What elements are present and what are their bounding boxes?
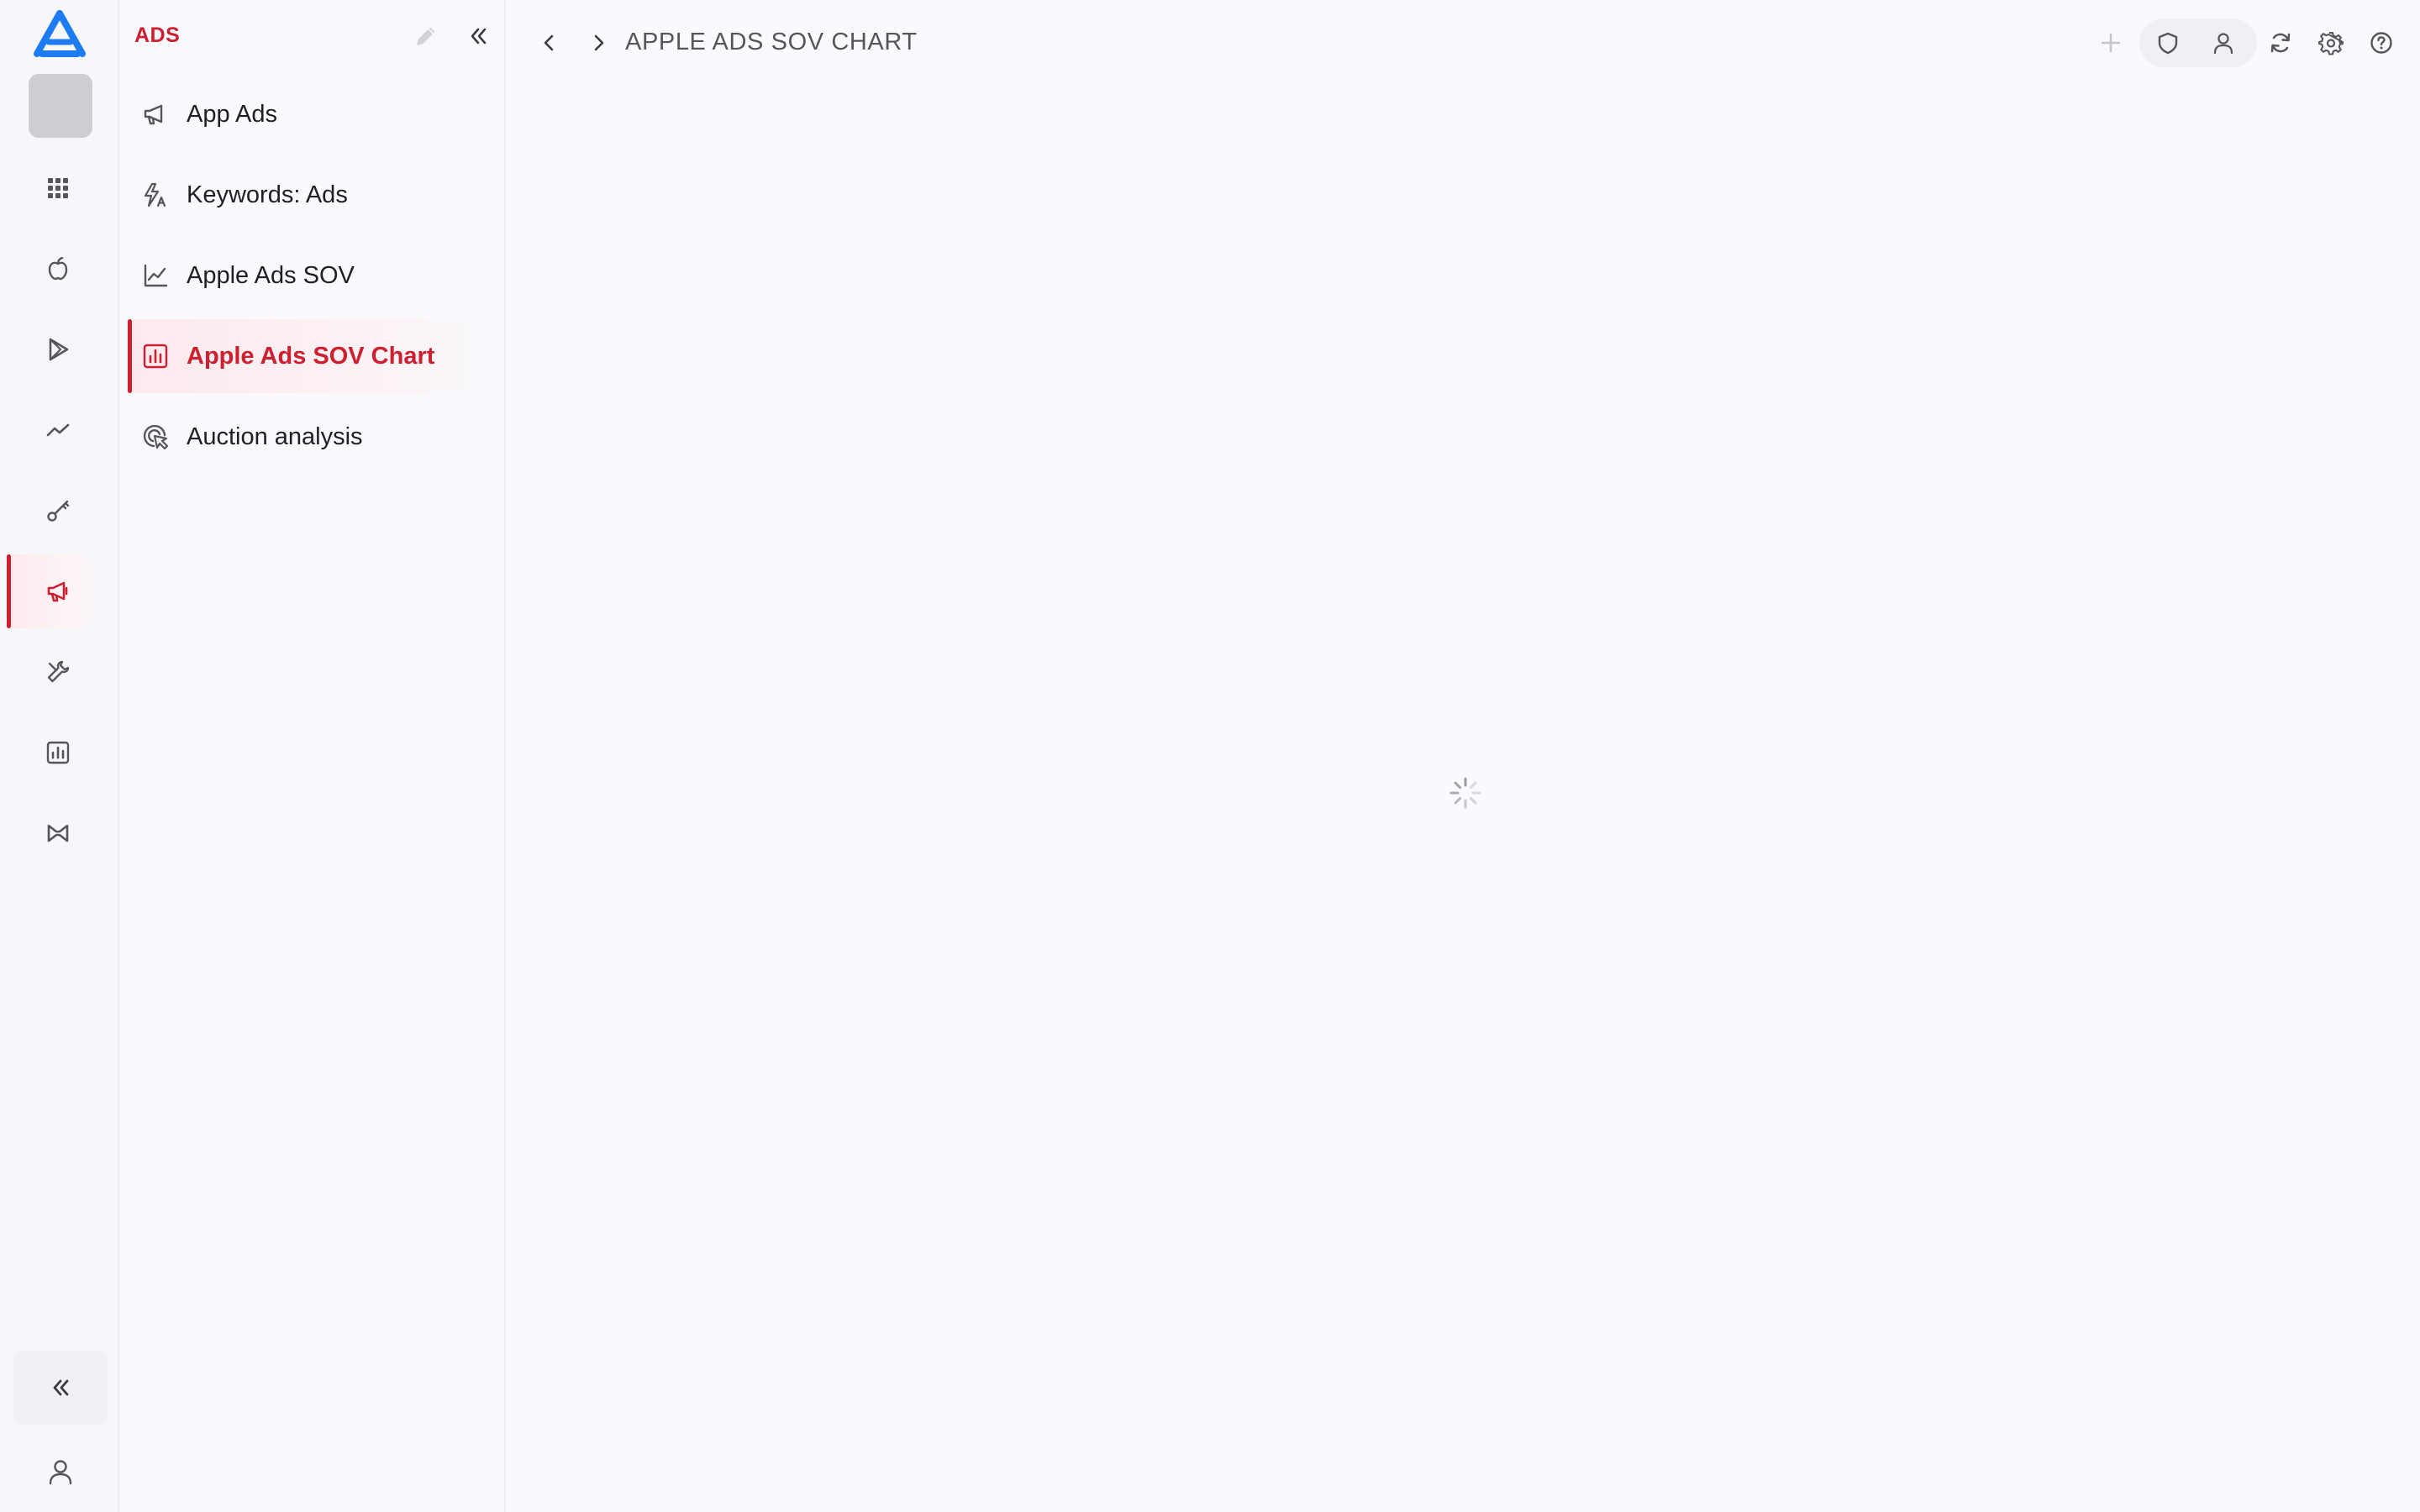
sidebar-collapse-button[interactable] — [464, 22, 492, 50]
help-icon — [2370, 32, 2392, 54]
plus-icon — [2101, 33, 2121, 53]
sidebar-item-label: App Ads — [187, 100, 278, 128]
auction-icon — [141, 423, 170, 451]
sidebar-item-label: Keywords: Ads — [187, 181, 348, 208]
chevron-right-icon — [594, 34, 604, 51]
sidebar-item-apple-ads-sov[interactable]: Apple Ads SOV — [128, 239, 497, 312]
rail-item-google-play[interactable] — [7, 312, 109, 386]
rail-item-integrations[interactable] — [7, 796, 109, 870]
app-window: ADS App Ads Keywords: Ads Apple Ads SOV … — [0, 0, 2420, 1512]
add-button[interactable] — [2092, 24, 2129, 61]
section-sidebar: ADS App Ads Keywords: Ads Apple Ads SOV … — [119, 0, 506, 1512]
rail-item-reports[interactable] — [7, 716, 109, 790]
rail-item-trends[interactable] — [7, 393, 109, 467]
grid-icon — [48, 178, 68, 198]
account-button[interactable] — [2205, 24, 2242, 61]
workspace-avatar[interactable] — [29, 74, 92, 138]
refresh-icon — [2270, 33, 2291, 53]
page-title: APPLE ADS SOV CHART — [625, 29, 918, 55]
keyword-ads-icon — [141, 181, 170, 209]
spinner-icon — [1449, 777, 1481, 809]
line-chart-icon — [141, 261, 170, 290]
megaphone-icon — [141, 100, 170, 129]
rail-item-apps[interactable] — [7, 151, 109, 225]
chevron-left-icon — [544, 34, 554, 51]
sidebar-item-label: Apple Ads SOV — [187, 261, 355, 289]
help-button[interactable] — [2363, 24, 2400, 61]
icon-rail — [0, 0, 119, 1512]
bowtie-icon — [47, 824, 69, 843]
security-button[interactable] — [2149, 24, 2186, 61]
double-chevron-left-icon — [53, 1379, 69, 1396]
sidebar-item-keywords-ads[interactable]: Keywords: Ads — [128, 158, 497, 232]
rail-item-ads[interactable] — [7, 554, 109, 628]
bar-chart-icon — [141, 342, 170, 370]
chart-icon — [46, 741, 70, 764]
rail-collapse-button[interactable] — [13, 1351, 108, 1425]
double-chevron-left-icon — [471, 28, 487, 45]
sidebar-item-auction-analysis[interactable]: Auction analysis — [128, 400, 497, 474]
megaphone-icon — [47, 581, 68, 602]
back-button[interactable] — [531, 24, 568, 61]
user-icon — [2213, 33, 2233, 55]
loading-spinner — [1449, 776, 1482, 810]
sidebar-item-app-ads[interactable]: App Ads — [128, 77, 497, 151]
settings-button[interactable] — [2312, 24, 2349, 61]
rail-item-tools[interactable] — [7, 635, 109, 709]
refresh-button[interactable] — [2262, 24, 2299, 61]
sidebar-item-label: Apple Ads SOV Chart — [187, 342, 435, 370]
key-icon — [47, 500, 70, 522]
top-header: APPLE ADS SOV CHART — [506, 0, 2420, 86]
google-play-icon — [49, 338, 69, 361]
apple-icon — [48, 256, 68, 281]
forward-button[interactable] — [580, 24, 617, 61]
app-logo-icon[interactable] — [30, 10, 89, 62]
user-icon — [49, 1460, 72, 1485]
sidebar-item-label: Auction analysis — [187, 423, 363, 450]
rail-item-keywords[interactable] — [7, 474, 109, 548]
gear-icon — [2318, 31, 2344, 55]
pencil-icon — [417, 27, 435, 45]
sidebar-title: ADS — [134, 24, 181, 47]
user-profile-button[interactable] — [13, 1435, 108, 1509]
sidebar-item-apple-ads-sov-chart[interactable]: Apple Ads SOV Chart — [128, 319, 497, 393]
shield-icon — [2158, 32, 2178, 55]
rail-item-apple[interactable] — [7, 232, 109, 306]
tools-icon — [47, 660, 70, 683]
trend-icon — [46, 423, 70, 437]
edit-menu-button[interactable] — [412, 22, 440, 50]
